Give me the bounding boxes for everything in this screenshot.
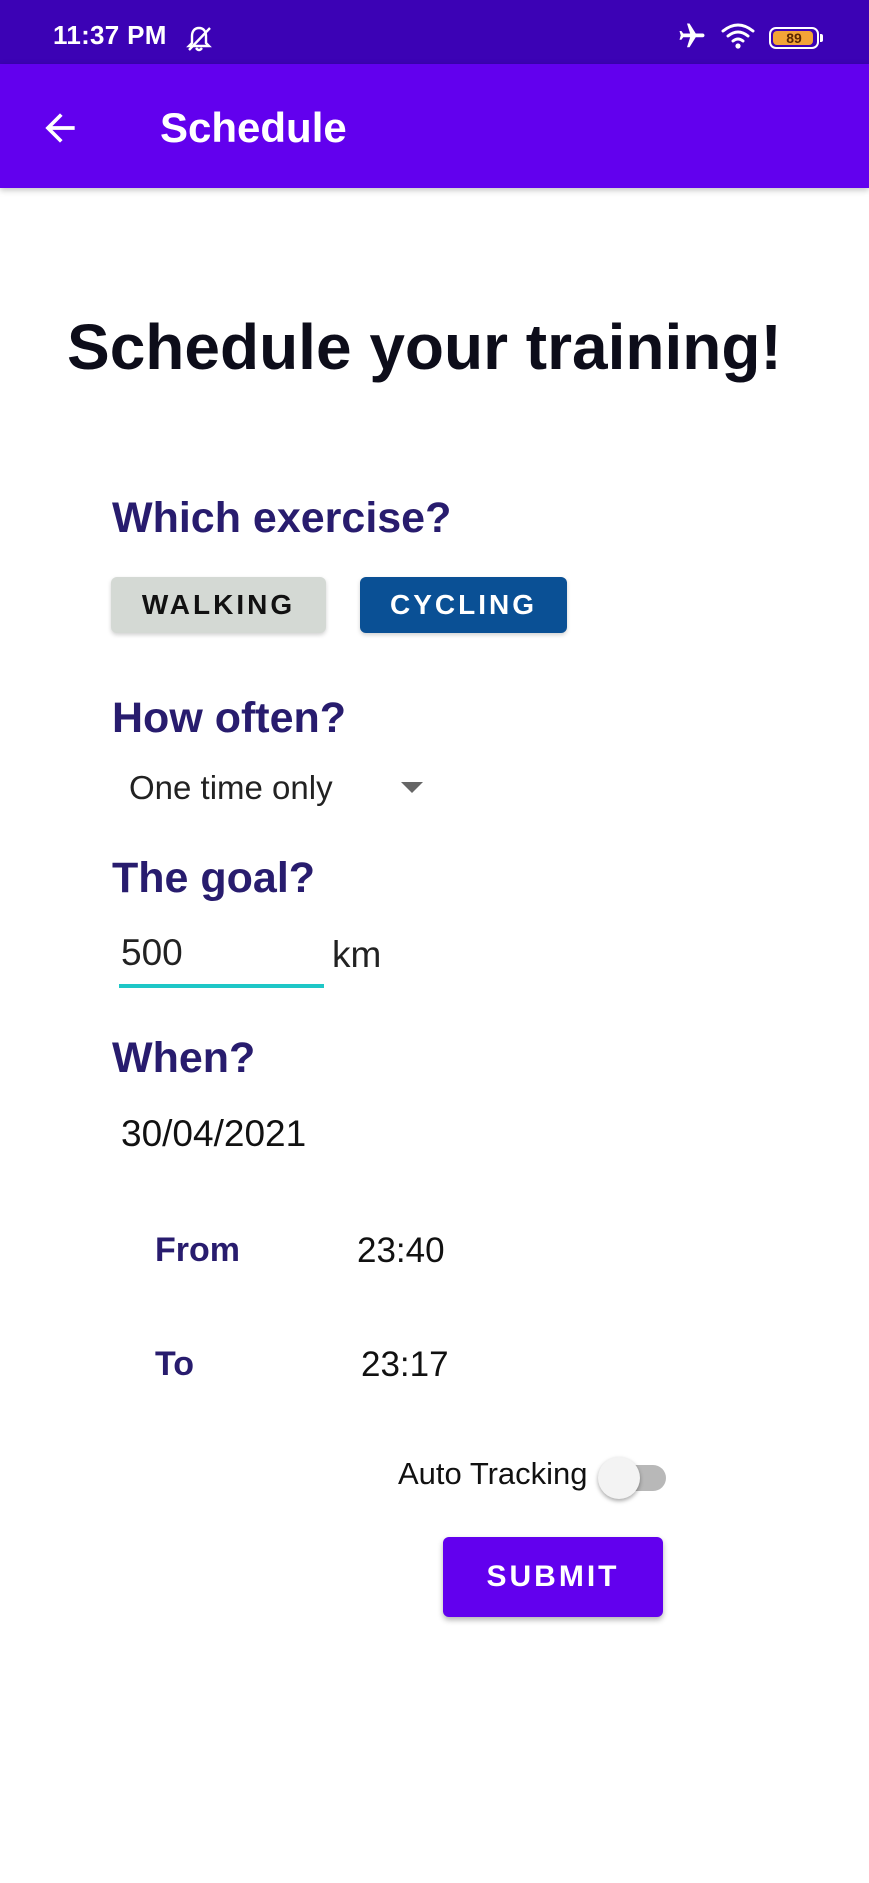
status-time: 11:37 PM bbox=[53, 20, 167, 50]
frequency-selected-value: One time only bbox=[129, 769, 333, 806]
battery-icon: 89 bbox=[769, 27, 823, 49]
wifi-icon bbox=[721, 21, 755, 56]
status-bar: 11:37 PM 89 bbox=[0, 0, 869, 64]
goal-unit: km bbox=[332, 934, 382, 975]
status-icons: 89 bbox=[677, 21, 823, 56]
goal-label: The goal? bbox=[112, 854, 316, 902]
walking-button[interactable]: WALKING bbox=[111, 577, 326, 633]
date-picker[interactable]: 30/04/2021 bbox=[121, 1113, 306, 1155]
goal-input[interactable] bbox=[119, 928, 324, 988]
page-title: Schedule your training! bbox=[67, 311, 782, 383]
from-time-picker[interactable]: 23:40 bbox=[357, 1231, 445, 1271]
to-time-picker[interactable]: 23:17 bbox=[361, 1345, 449, 1385]
cycling-button[interactable]: CYCLING bbox=[360, 577, 567, 633]
airplane-icon bbox=[677, 21, 707, 56]
bell-off-icon bbox=[184, 24, 214, 54]
exercise-label: Which exercise? bbox=[112, 494, 452, 542]
app-bar-title: Schedule bbox=[160, 104, 347, 151]
dropdown-arrow-icon bbox=[401, 782, 423, 793]
app-bar: Schedule bbox=[0, 64, 869, 188]
auto-tracking-label: Auto Tracking bbox=[398, 1456, 588, 1491]
switch-thumb bbox=[598, 1457, 640, 1499]
frequency-label: How often? bbox=[112, 694, 347, 742]
from-label: From bbox=[155, 1231, 240, 1269]
when-label: When? bbox=[112, 1034, 256, 1082]
auto-tracking-switch[interactable] bbox=[598, 1451, 670, 1499]
to-label: To bbox=[155, 1345, 195, 1383]
submit-button[interactable]: SUBMIT bbox=[443, 1537, 663, 1617]
arrow-back-icon bbox=[45, 113, 75, 143]
frequency-dropdown[interactable]: One time only bbox=[112, 758, 432, 818]
battery-level: 89 bbox=[786, 30, 802, 46]
back-button[interactable] bbox=[28, 96, 92, 160]
